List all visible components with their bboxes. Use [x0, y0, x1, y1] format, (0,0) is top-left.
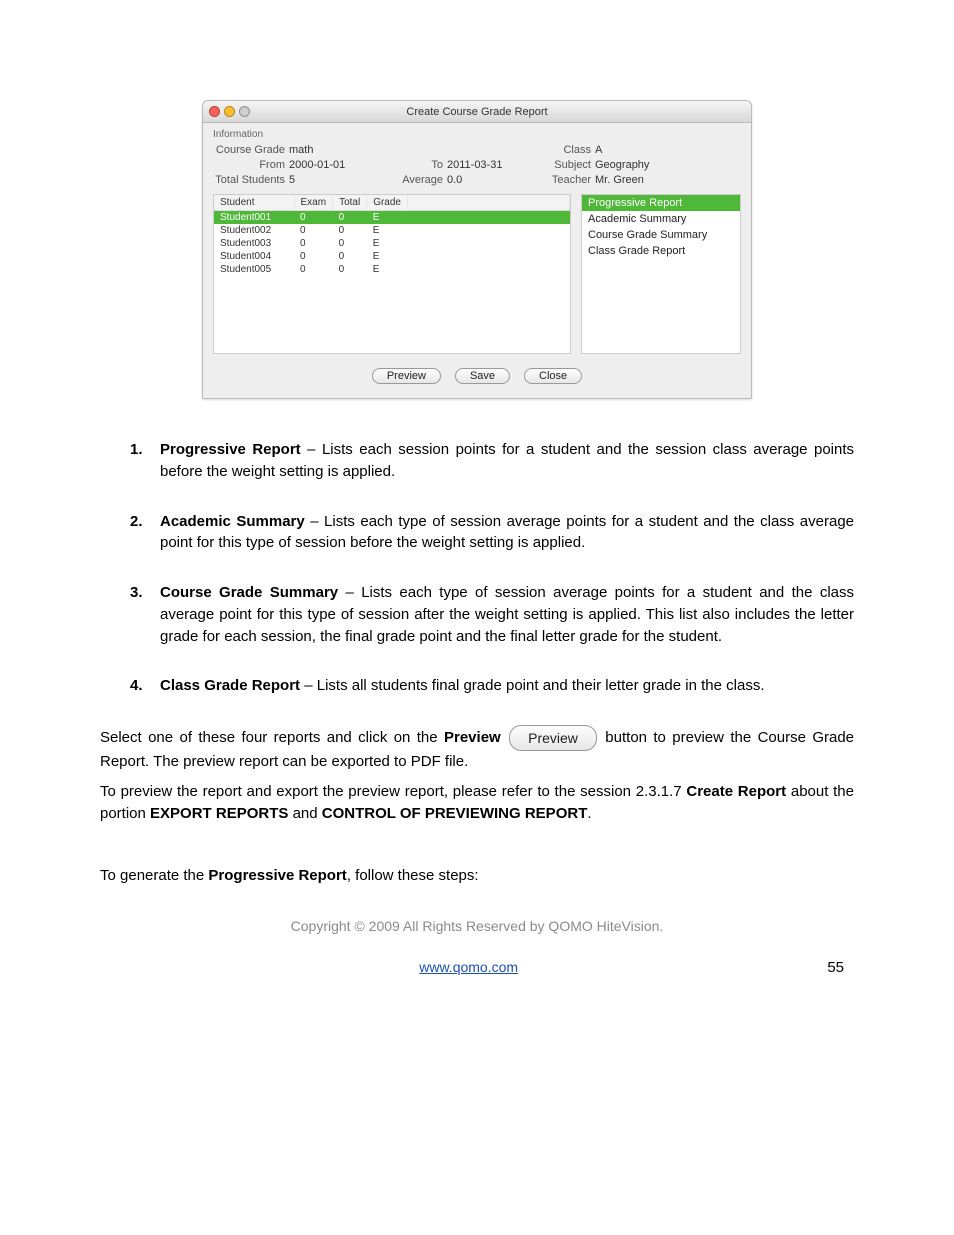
table-row[interactable]: Student00100E [214, 211, 570, 225]
average-label: Average [393, 174, 443, 186]
preview-inline-button[interactable]: Preview [509, 725, 597, 751]
total-students-value: 5 [289, 174, 389, 186]
to-value: 2011-03-31 [447, 159, 537, 171]
list-item-2: 2. Academic Summary – Lists each type of… [130, 511, 854, 555]
table-row[interactable]: Student00500E [214, 263, 570, 276]
information-section: Information Course Grade math Class A Fr… [203, 123, 751, 190]
list-item-1: 1. Progressive Report – Lists each sessi… [130, 439, 854, 483]
teacher-value: Mr. Green [595, 174, 695, 186]
total-students-label: Total Students [213, 174, 285, 186]
paragraph-preview: Select one of these four reports and cli… [100, 725, 854, 773]
teacher-label: Teacher [541, 174, 591, 186]
information-label: Information [213, 129, 741, 140]
course-grade-value: math [289, 144, 389, 156]
paragraph-generate: To generate the Progressive Report, foll… [100, 865, 854, 887]
average-value: 0.0 [447, 174, 537, 186]
table-row[interactable]: Student00200E [214, 224, 570, 237]
report-item[interactable]: Progressive Report [582, 195, 740, 211]
report-item[interactable]: Class Grade Report [582, 243, 740, 259]
table-row[interactable]: Student00400E [214, 250, 570, 263]
table-row[interactable]: Student00300E [214, 237, 570, 250]
from-value: 2000-01-01 [289, 159, 389, 171]
report-item[interactable]: Academic Summary [582, 211, 740, 227]
window-title: Create Course Grade Report [203, 106, 751, 118]
titlebar[interactable]: Create Course Grade Report [203, 101, 751, 123]
preview-button[interactable]: Preview [372, 368, 441, 384]
report-item[interactable]: Course Grade Summary [582, 227, 740, 243]
subject-value: Geography [595, 159, 695, 171]
page-number: 55 [827, 957, 844, 979]
paragraph-export: To preview the report and export the pre… [100, 781, 854, 825]
footer-link[interactable]: www.qomo.com [419, 957, 518, 977]
th-total[interactable]: Total [333, 195, 367, 211]
class-label: Class [541, 144, 591, 156]
class-value: A [595, 144, 695, 156]
save-button[interactable]: Save [455, 368, 510, 384]
th-exam[interactable]: Exam [294, 195, 333, 211]
report-list[interactable]: Progressive ReportAcademic SummaryCourse… [581, 194, 741, 354]
list-item-4: 4. Class Grade Report – Lists all studen… [130, 675, 854, 697]
list-item-3: 3. Course Grade Summary – Lists each typ… [130, 582, 854, 647]
subject-label: Subject [541, 159, 591, 171]
from-label: From [213, 159, 285, 171]
copyright: Copyright © 2009 All Rights Reserved by … [100, 916, 854, 936]
to-label: To [393, 159, 443, 171]
course-grade-label: Course Grade [213, 144, 285, 156]
th-student[interactable]: Student [214, 195, 294, 211]
create-course-grade-report-window: Create Course Grade Report Information C… [202, 100, 752, 399]
close-button[interactable]: Close [524, 368, 582, 384]
th-grade[interactable]: Grade [367, 195, 408, 211]
student-table[interactable]: Student Exam Total Grade Student00100ESt… [213, 194, 571, 354]
